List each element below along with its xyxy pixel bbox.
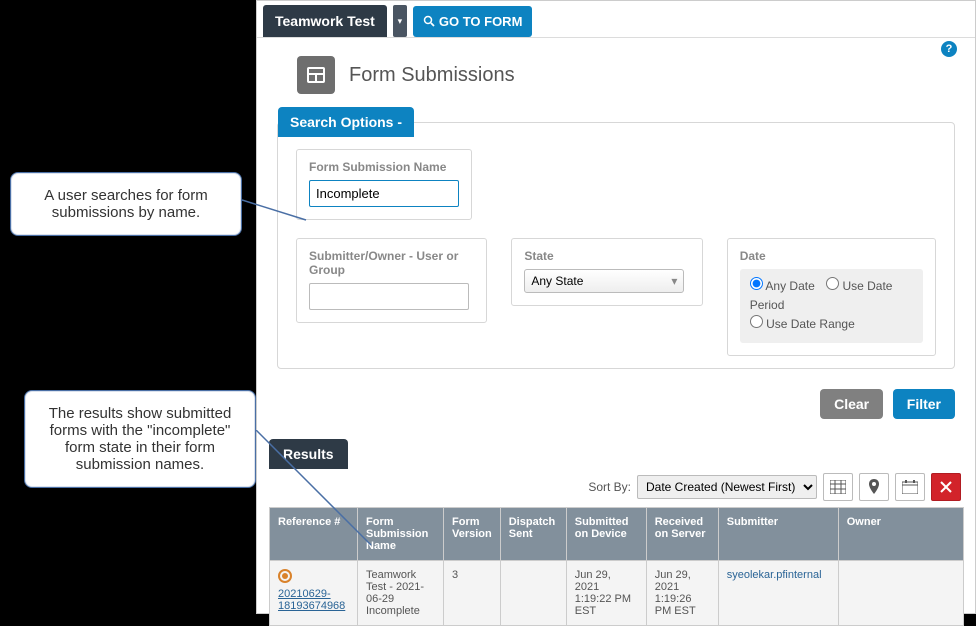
submitter-link[interactable]: syeolekar.pfinternal	[727, 569, 822, 581]
state-label: State	[524, 249, 689, 263]
pin-icon	[868, 479, 880, 495]
cell-owner	[838, 560, 963, 625]
col-version[interactable]: Form Version	[444, 507, 501, 560]
page-header: Form Submissions	[257, 38, 975, 104]
tab-bar: Teamwork Test ▾ GO TO FORM	[257, 1, 975, 38]
delete-button[interactable]	[931, 473, 961, 501]
col-received[interactable]: Received on Server	[646, 507, 718, 560]
callout-pointer-2	[256, 430, 376, 550]
date-options: Any Date Use Date Period Use Date Range	[740, 269, 923, 343]
cell-dispatch	[500, 560, 566, 625]
col-dispatch[interactable]: Dispatch Sent	[500, 507, 566, 560]
sort-select[interactable]: Date Created (Newest First)	[637, 475, 817, 499]
reference-link[interactable]: 20210629-18193674968	[278, 588, 345, 612]
annotation-callout-2: The results show submitted forms with th…	[24, 390, 256, 488]
search-options-tab[interactable]: Search Options -	[278, 107, 414, 137]
col-owner[interactable]: Owner	[838, 507, 963, 560]
page-title: Form Submissions	[349, 64, 515, 87]
date-range-radio[interactable]: Use Date Range	[750, 317, 855, 331]
calendar-view-button[interactable]	[895, 473, 925, 501]
go-to-form-label: GO TO FORM	[439, 14, 523, 29]
calendar-icon	[902, 480, 918, 494]
submission-name-group: Form Submission Name	[296, 149, 472, 220]
table-view-button[interactable]	[823, 473, 853, 501]
date-group: Date Any Date Use Date Period Use Date R…	[727, 238, 936, 356]
grid-icon	[830, 480, 846, 494]
clear-button[interactable]: Clear	[820, 389, 883, 419]
state-group: State Any State ▾	[511, 238, 702, 306]
pending-icon	[278, 569, 292, 583]
date-any-radio[interactable]: Any Date	[750, 279, 815, 293]
cell-submitted: Jun 29, 2021 1:19:22 PM EST	[566, 560, 646, 625]
state-select[interactable]: Any State ▾	[524, 269, 684, 293]
tab-label: Teamwork Test	[275, 13, 375, 29]
submitter-input[interactable]	[309, 283, 469, 310]
callout-pointer-1	[242, 192, 322, 222]
submission-name-label: Form Submission Name	[309, 160, 459, 174]
table-row[interactable]: 20210629-18193674968 Teamwork Test - 202…	[270, 560, 964, 625]
state-value: Any State	[531, 274, 583, 288]
search-actions: Clear Filter	[257, 375, 975, 433]
col-submitter[interactable]: Submitter	[718, 507, 838, 560]
filter-button[interactable]: Filter	[893, 389, 955, 419]
search-options-panel: Search Options - Form Submission Name Su…	[277, 122, 955, 369]
submission-name-input[interactable]	[309, 180, 459, 207]
annotation-callout-1: A user searches for form submissions by …	[10, 172, 242, 236]
submitter-label: Submitter/Owner - User or Group	[309, 249, 474, 277]
form-submissions-icon	[297, 56, 335, 94]
help-icon[interactable]: ?	[941, 41, 957, 57]
go-to-form-button[interactable]: GO TO FORM	[413, 6, 533, 37]
date-label: Date	[740, 249, 923, 263]
tab-dropdown-toggle[interactable]: ▾	[393, 5, 407, 37]
close-icon	[940, 481, 952, 493]
form-tab[interactable]: Teamwork Test	[263, 5, 387, 37]
cell-received: Jun 29, 2021 1:19:26 PM EST	[646, 560, 718, 625]
chevron-down-icon: ▾	[671, 274, 677, 288]
cell-version: 3	[444, 560, 501, 625]
search-icon	[423, 15, 435, 27]
map-view-button[interactable]	[859, 473, 889, 501]
submitter-group: Submitter/Owner - User or Group	[296, 238, 487, 323]
col-submitted[interactable]: Submitted on Device	[566, 507, 646, 560]
sort-by-label: Sort By:	[588, 480, 631, 494]
cell-name: Teamwork Test - 2021-06-29 Incomplete	[358, 560, 444, 625]
